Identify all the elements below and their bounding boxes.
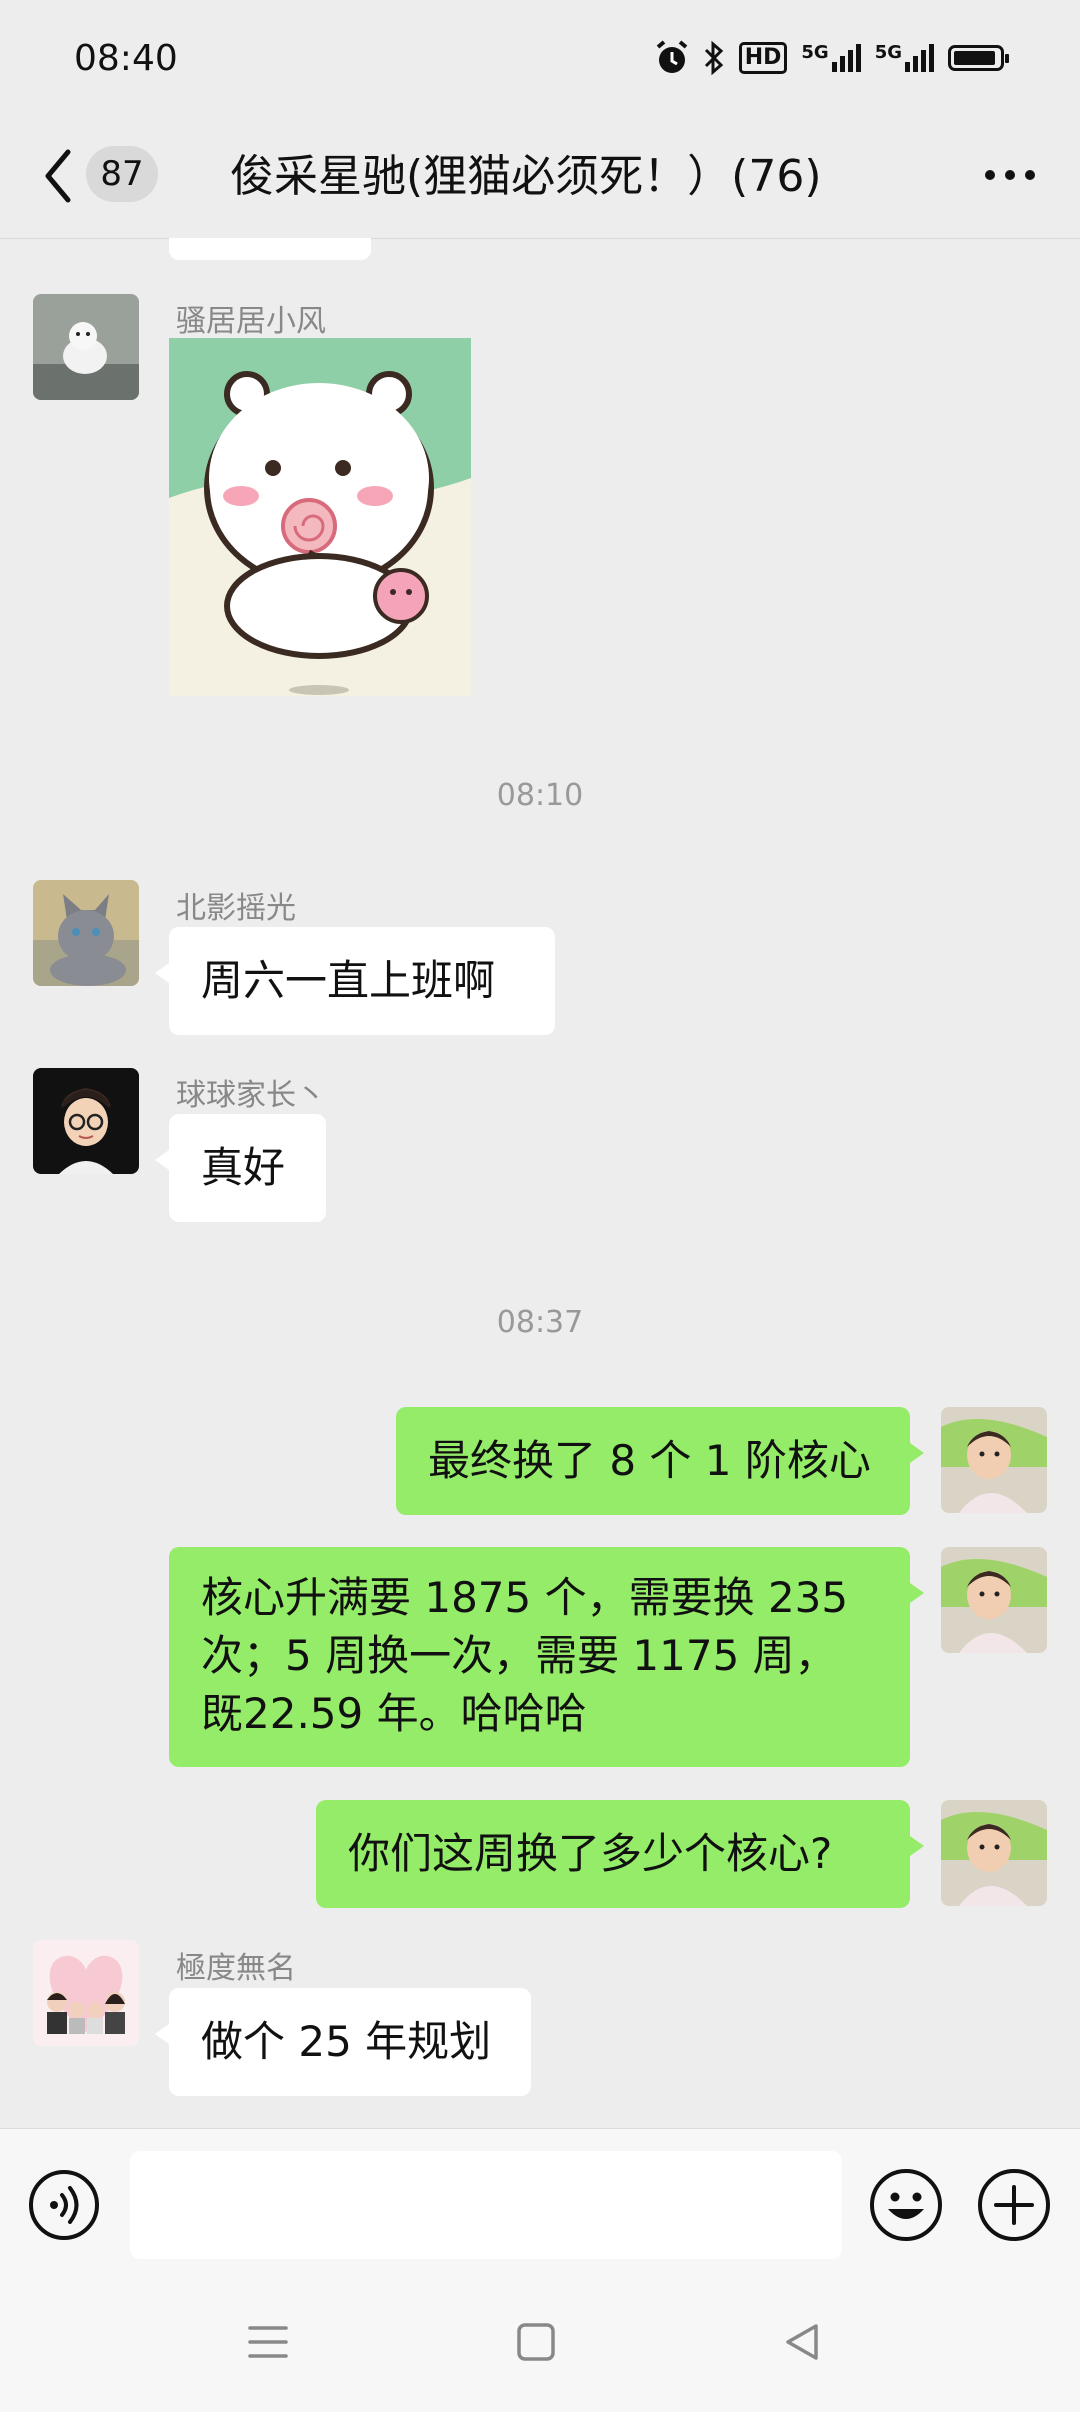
battery-icon: [948, 45, 1009, 71]
chat-title: 俊采星驰(狸猫必须死！）(76): [230, 151, 822, 202]
status-icons: HD 5G 5G: [655, 40, 1009, 76]
status-time: 08:40: [74, 38, 178, 79]
message-bubble[interactable]: 做个 25 年规划: [155, 1988, 531, 2096]
message-text: 最终换了 8 个 1 阶核心: [428, 1436, 871, 1485]
message-text: 做个 25 年规划: [201, 2017, 492, 2066]
signal-5g-label: 5G: [801, 42, 829, 63]
message-bubble-outgoing[interactable]: 核心升满要 1875 个，需要换 235 次；5 周换一次，需要 1175 周，…: [169, 1547, 924, 1767]
sender-name: 骚居居小风: [176, 304, 326, 339]
plus-icon[interactable]: [976, 2167, 1052, 2243]
back-arrow-icon[interactable]: [40, 146, 76, 206]
chat-header: 87 俊采星驰(狸猫必须死！）(76): [0, 120, 1080, 239]
unread-count-badge[interactable]: 87: [86, 146, 158, 202]
more-icon[interactable]: [980, 150, 1040, 200]
emoji-icon[interactable]: [868, 2167, 944, 2243]
signal-5g-label: 5G: [874, 42, 902, 63]
message-text: 真好: [201, 1143, 286, 1192]
home-icon[interactable]: [514, 2320, 558, 2364]
avatar-cartoon-boy[interactable]: [33, 1068, 139, 1174]
sender-name: 球球家长丶: [176, 1078, 326, 1113]
message-bubble[interactable]: 真好: [155, 1114, 326, 1222]
sticker-image[interactable]: [169, 338, 471, 696]
time-stamp: 08:10: [496, 778, 584, 813]
avatar-grey-cat[interactable]: [33, 880, 139, 986]
message-input[interactable]: [130, 2151, 842, 2259]
avatar-family-cartoon[interactable]: [33, 1940, 139, 2046]
message-bubble-outgoing[interactable]: 最终换了 8 个 1 阶核心: [396, 1407, 924, 1515]
signal-5g-icon: 5G: [875, 44, 934, 72]
avatar-baby-photo[interactable]: [941, 1407, 1047, 1513]
message-text: 你们这周换了多少个核心?: [348, 1829, 833, 1878]
message-text-line: 核心升满要 1875 个，需要换 235: [201, 1573, 849, 1622]
back-nav-icon[interactable]: [780, 2320, 824, 2364]
message-text-line: 次；5 周换一次，需要 1175 周，: [201, 1631, 837, 1680]
alarm-icon: [656, 40, 687, 73]
status-bar: 08:40 HD 5G 5G: [0, 0, 1080, 120]
avatar-white-dog[interactable]: [33, 294, 139, 400]
message-bubble-outgoing[interactable]: 你们这周换了多少个核心?: [316, 1800, 924, 1908]
system-navigation-bar: [0, 2280, 1080, 2412]
chat-input-bar: [0, 2128, 1080, 2281]
bluetooth-icon: [704, 40, 723, 76]
time-stamp: 08:37: [496, 1305, 584, 1340]
voice-input-icon[interactable]: [28, 2169, 100, 2241]
menu-icon[interactable]: [246, 2320, 290, 2364]
message-text-line: 既22.59 年。哈哈哈: [201, 1689, 587, 1738]
avatar-baby-photo[interactable]: [941, 1547, 1047, 1653]
message-text: 周六一直上班啊: [201, 956, 496, 1005]
message-bubble[interactable]: 周六一直上班啊: [155, 927, 555, 1035]
sender-name: 極度無名: [176, 1951, 296, 1986]
sender-name: 北影摇光: [176, 891, 296, 926]
message-bubble-partial[interactable]: [169, 238, 371, 260]
avatar-baby-photo[interactable]: [941, 1800, 1047, 1906]
hd-icon: HD: [738, 42, 788, 74]
signal-5g-icon: 5G: [801, 42, 861, 72]
